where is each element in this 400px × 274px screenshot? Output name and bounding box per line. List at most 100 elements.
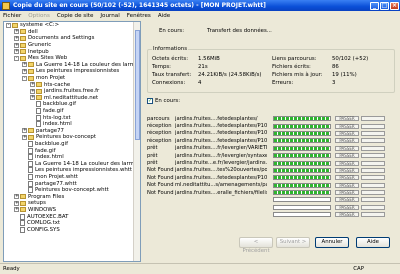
tree-item[interactable]: + Program Files [4,193,140,200]
next-button[interactable]: Suivant > [276,237,310,248]
skip-button[interactable]: PASSER [335,182,359,188]
transfer-row: réception jardins.fruites....fetedesplant… [147,130,395,137]
skip-button[interactable]: PASSER [335,204,359,210]
skip-button[interactable]: PASSER [335,130,359,136]
expand-icon[interactable]: + [14,42,19,48]
tree-item[interactable]: index.html [4,121,140,128]
expand-icon[interactable]: + [30,82,35,88]
tree-item[interactable]: hts-log.txt [4,114,140,121]
tree-item[interactable]: backblue.gif [4,101,140,108]
transfer-extra-button[interactable] [361,197,385,203]
transfer-extra-button[interactable] [361,190,385,196]
tree-item[interactable]: CONFIG.SYS [4,226,140,233]
tree-item[interactable]: + setups [4,200,140,207]
transfer-extra-button[interactable] [361,138,385,144]
tree-item[interactable]: + jardins.fruites.free.fr [4,88,140,95]
transfer-extra-button[interactable] [361,130,385,136]
tree-item[interactable]: + Gruneric [4,42,140,49]
transfer-extra-button[interactable] [361,204,385,210]
skip-button[interactable]: PASSER [335,123,359,129]
menu-fen-tres[interactable]: Fenêtres [127,13,151,19]
skip-button[interactable]: PASSER [335,212,359,218]
tree-item[interactable]: COMLOG.txt [4,220,140,227]
tree-item[interactable]: + WINDOWS [4,207,140,214]
tree-item[interactable]: + Les peintures impressionnistes [4,68,140,75]
tree-item[interactable]: Peintures bov-concept.whtt [4,187,140,194]
expand-icon[interactable]: + [30,95,35,101]
collapse-icon[interactable]: - [6,22,11,28]
expand-icon[interactable]: + [14,194,19,200]
tree-item[interactable]: + Inetpub [4,48,140,55]
expand-icon[interactable]: + [14,35,19,41]
back-button[interactable]: < Précédent [239,237,273,254]
minimize-button[interactable]: _ [370,1,379,10]
tree-item[interactable]: + dell [4,29,140,36]
tree-item[interactable]: Les peintures impressionnistes.whtt [4,167,140,174]
checkbox-mark[interactable]: ✓ [147,98,153,104]
skip-button[interactable]: PASSER [335,138,359,144]
expand-icon[interactable]: + [22,62,27,68]
tree-item[interactable]: + Peintures bov-concept [4,134,140,141]
skip-button[interactable]: PASSER [335,197,359,203]
maximize-button[interactable]: □ [380,1,389,10]
menu-aide[interactable]: Aide [158,13,170,19]
folder-tree[interactable]: - systeme <C:> + dell + Documents and Setting… [3,21,141,262]
transfer-extra-button[interactable] [361,153,385,159]
menu-copie-de-site[interactable]: Copie de site [57,13,94,19]
expand-icon[interactable]: + [22,128,27,134]
transfer-status: réception [147,130,172,137]
expand-icon[interactable]: + [22,68,27,74]
transfer-progress-bar [273,182,331,188]
tree-item[interactable]: - systeme <C:> [4,22,140,29]
cancel-button[interactable]: Annuler [315,237,349,248]
expand-icon[interactable]: + [30,88,35,94]
tree-item[interactable]: + ml.neditattitude.net [4,95,140,102]
transfer-extra-button[interactable] [361,212,385,218]
tree-item[interactable]: + hts-cache [4,81,140,88]
transfer-extra-button[interactable] [361,145,385,151]
menu-fichier[interactable]: Fichier [3,13,21,19]
tree-item[interactable]: La Guerre 14-18 La couleur des larmes.w [4,160,140,167]
tree-item[interactable]: fade.gif [4,147,140,154]
tree-item-label: fade.gif [43,108,64,115]
tree-item[interactable]: backblue.gif [4,140,140,148]
skip-button[interactable]: PASSER [335,153,359,159]
skip-button[interactable]: PASSER [335,160,359,166]
transfer-progress-bar [273,153,331,159]
tree-item[interactable]: + partage77 [4,128,140,135]
tree-item[interactable]: index.html [4,154,140,161]
in-progress-checkbox[interactable]: ✓ En cours: [147,98,180,104]
tree-item[interactable]: fade.gif [4,108,140,115]
tree-item[interactable]: partage77.whtt [4,180,140,187]
transfer-extra-button[interactable] [361,123,385,129]
transfer-extra-button[interactable] [361,116,385,122]
skip-button[interactable]: PASSER [335,145,359,151]
skip-button[interactable]: PASSER [335,190,359,196]
transfer-extra-button[interactable] [361,182,385,188]
transfer-extra-button[interactable] [361,175,385,181]
tree-item[interactable]: + La Guerre 14-18 La couleur des larmes [4,62,140,69]
transfer-extra-button[interactable] [361,167,385,173]
tree-scroll-thumb[interactable] [135,30,140,140]
expand-icon[interactable]: + [22,134,27,140]
menu-journal[interactable]: Journal [100,13,119,19]
expand-icon[interactable]: + [14,207,19,213]
tree-item[interactable]: AUTOEXEC.BAT [4,213,140,220]
skip-button[interactable]: PASSER [335,116,359,122]
help-button[interactable]: Aide [356,237,390,248]
menu-options[interactable]: Options [28,13,50,19]
tree-item[interactable]: mon Projet.whtt [4,173,140,181]
collapse-icon[interactable]: - [22,75,27,81]
skip-button[interactable]: PASSER [335,167,359,173]
tree-item[interactable]: - Mes Sites Web [4,55,140,62]
expand-icon[interactable]: + [14,200,19,206]
expand-icon[interactable]: + [14,29,19,35]
tree-item[interactable]: - mon Projet [4,75,140,82]
tree-scrollbar[interactable] [133,22,140,261]
expand-icon[interactable]: + [14,49,19,55]
transfer-extra-button[interactable] [361,160,385,166]
skip-button[interactable]: PASSER [335,175,359,181]
collapse-icon[interactable]: - [14,55,19,61]
close-button[interactable]: × [390,1,399,10]
tree-item[interactable]: + Documents and Settings [4,35,140,42]
